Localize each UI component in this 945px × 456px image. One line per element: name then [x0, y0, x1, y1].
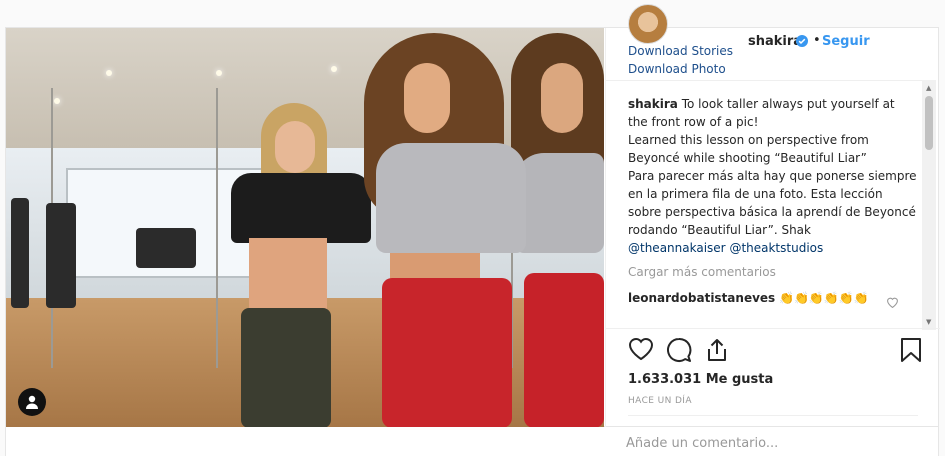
share-button[interactable]	[704, 337, 730, 363]
comment-icon	[667, 337, 692, 362]
post-timestamp: HACE UN DÍA	[628, 396, 692, 406]
add-comment-bar	[5, 427, 939, 456]
likes-count[interactable]: 1.633.031 Me gusta	[628, 372, 773, 387]
comment-username[interactable]: leonardobatistaneves	[628, 291, 775, 305]
post-photo[interactable]	[6, 28, 604, 427]
mention-link[interactable]: @theaktstudios	[729, 241, 823, 255]
user-tag-icon	[26, 395, 38, 409]
gym-machine	[46, 203, 76, 308]
like-button[interactable]	[628, 337, 654, 363]
caption-line-3: Para parecer más alta hay que ponerse si…	[628, 169, 917, 237]
post-side-panel: Download Stories Download Photo shakira …	[605, 4, 940, 428]
caption-username[interactable]: shakira	[628, 97, 678, 111]
avatar[interactable]	[628, 4, 668, 44]
instagram-post: Download Stories Download Photo shakira …	[5, 4, 940, 428]
scrollbar-thumb[interactable]	[925, 96, 933, 150]
comments-scrollbar[interactable]: ▲ ▼	[922, 80, 936, 330]
heart-icon	[628, 338, 654, 361]
post-actions: 1.633.031 Me gusta HACE UN DÍA	[606, 328, 940, 428]
header-separator: •	[813, 33, 821, 48]
user-tag-button[interactable]	[18, 388, 46, 416]
save-button[interactable]	[898, 337, 924, 363]
ceiling-light	[331, 66, 337, 72]
share-icon	[708, 339, 726, 361]
comment-button[interactable]	[666, 337, 692, 363]
gym-machine	[136, 228, 196, 268]
person-left	[211, 103, 371, 427]
download-stories-link[interactable]: Download Stories	[628, 44, 733, 58]
mention-link[interactable]: @theannakaiser	[628, 241, 726, 255]
verified-badge-icon	[796, 35, 808, 47]
add-comment-input[interactable]	[626, 433, 906, 453]
comment-like-icon[interactable]	[886, 296, 899, 308]
scroll-down-arrow-icon[interactable]: ▼	[926, 318, 931, 326]
post-caption: shakira To look taller always put yourse…	[628, 95, 918, 257]
person-center	[356, 33, 546, 427]
load-more-comments-button[interactable]: Cargar más comentarios	[628, 265, 776, 279]
comments-list: shakira To look taller always put yourse…	[606, 80, 922, 330]
header-username[interactable]: shakira	[748, 34, 802, 49]
gym-machine	[11, 198, 29, 308]
post-header: Download Stories Download Photo shakira …	[606, 4, 940, 78]
bookmark-icon	[901, 338, 921, 362]
caption-line-2: Learned this lesson on perspective from …	[628, 133, 869, 165]
download-photo-link[interactable]: Download Photo	[628, 62, 726, 76]
ceiling-light	[106, 70, 112, 76]
comment-item: leonardobatistaneves 👏👏👏👏👏👏	[628, 289, 888, 307]
ceiling-light	[54, 98, 60, 104]
ceiling-light	[216, 70, 222, 76]
comment-text: 👏👏👏👏👏👏	[779, 291, 869, 305]
divider	[628, 415, 918, 416]
scroll-up-arrow-icon[interactable]: ▲	[926, 84, 931, 92]
follow-button[interactable]: Seguir	[822, 34, 870, 49]
